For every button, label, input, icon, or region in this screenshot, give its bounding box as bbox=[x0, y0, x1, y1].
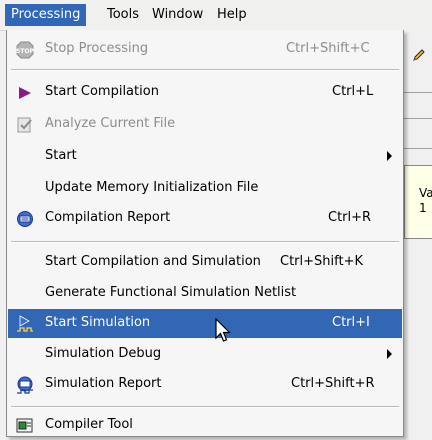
menu-item-shortcut: Ctrl+Shift+R bbox=[291, 376, 375, 391]
compiler-tool-icon bbox=[16, 418, 33, 433]
menu-item-shortcut: Ctrl+Shift+C bbox=[286, 41, 370, 56]
pencil-icon[interactable] bbox=[412, 48, 426, 62]
panel-text: Va bbox=[419, 186, 432, 200]
menu-item-simulation-debug[interactable]: Simulation Debug bbox=[8, 340, 402, 369]
menu-processing[interactable]: Processing bbox=[5, 4, 87, 26]
mouse-cursor-icon bbox=[215, 318, 231, 342]
processing-dropdown-menu: STOP Stop Processing Ctrl+Shift+C Start … bbox=[6, 30, 404, 437]
menu-item-shortcut: Ctrl+R bbox=[328, 210, 372, 225]
simulation-icon bbox=[17, 315, 33, 332]
menu-item-update-memory-initialization-file[interactable]: Update Memory Initialization File bbox=[8, 174, 402, 203]
menu-item-stop-processing[interactable]: STOP Stop Processing Ctrl+Shift+C bbox=[8, 35, 402, 64]
menu-bar: Processing Tools Window Help bbox=[0, 0, 432, 31]
submenu-arrow-icon bbox=[387, 349, 392, 359]
menu-item-label: Start Compilation and Simulation bbox=[45, 254, 261, 269]
menu-separator bbox=[11, 241, 399, 243]
menu-item-label: Simulation Debug bbox=[45, 346, 162, 361]
menu-item-label: Update Memory Initialization File bbox=[45, 180, 259, 195]
report-icon bbox=[17, 211, 33, 227]
menu-separator bbox=[11, 406, 399, 408]
simulation-report-icon bbox=[17, 376, 33, 394]
panel-text: 1 bbox=[419, 201, 427, 215]
menu-tools[interactable]: Tools bbox=[101, 4, 145, 26]
menu-item-generate-functional-simulation-netlist[interactable]: Generate Functional Simulation Netlist bbox=[8, 279, 402, 308]
menu-item-analyze-current-file[interactable]: Analyze Current File bbox=[8, 110, 402, 139]
play-icon bbox=[19, 87, 31, 99]
menu-item-label: Compiler Tool bbox=[45, 417, 133, 432]
menu-item-label: Analyze Current File bbox=[45, 116, 176, 131]
menu-item-start-compilation[interactable]: Start Compilation Ctrl+L bbox=[8, 78, 402, 107]
menu-item-label: Simulation Report bbox=[45, 376, 162, 391]
menu-item-shortcut: Ctrl+L bbox=[332, 84, 374, 99]
menu-item-simulation-report[interactable]: Simulation Report Ctrl+Shift+R bbox=[8, 370, 402, 399]
menu-item-label: Start Compilation bbox=[45, 84, 159, 99]
menu-item-start[interactable]: Start bbox=[8, 142, 402, 171]
menu-item-label: Start Simulation bbox=[45, 315, 151, 330]
menu-item-start-compilation-and-simulation[interactable]: Start Compilation and Simulation Ctrl+Sh… bbox=[8, 248, 402, 277]
menu-item-start-simulation[interactable]: Start Simulation Ctrl+I bbox=[8, 309, 402, 338]
menu-item-label: Start bbox=[45, 148, 77, 163]
analyze-file-icon bbox=[17, 117, 32, 133]
menu-item-label: Generate Functional Simulation Netlist bbox=[45, 285, 297, 300]
submenu-arrow-icon bbox=[387, 151, 392, 161]
menu-separator bbox=[11, 69, 399, 71]
stop-icon: STOP bbox=[16, 41, 34, 59]
menu-item-label: Compilation Report bbox=[45, 210, 171, 225]
background-panel: Va 1 bbox=[404, 165, 432, 239]
menu-item-shortcut: Ctrl+Shift+K bbox=[280, 254, 363, 269]
menu-item-compilation-report[interactable]: Compilation Report Ctrl+R bbox=[8, 204, 402, 233]
menu-item-shortcut: Ctrl+I bbox=[332, 315, 370, 330]
menu-item-label: Stop Processing bbox=[45, 41, 149, 56]
svg-text:STOP: STOP bbox=[16, 48, 34, 55]
menu-help[interactable]: Help bbox=[211, 4, 253, 26]
menu-window[interactable]: Window bbox=[146, 4, 209, 26]
